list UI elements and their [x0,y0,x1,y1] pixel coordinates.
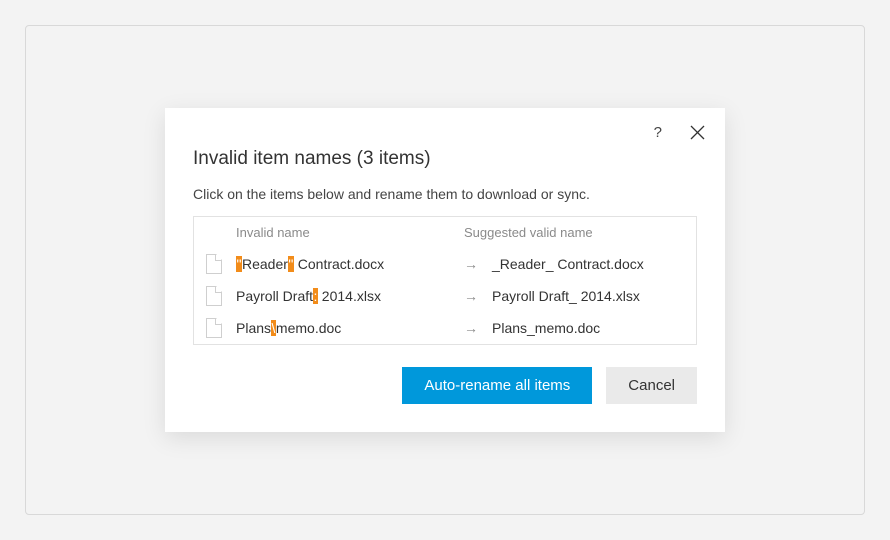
close-button[interactable] [690,125,705,140]
page-background: ? Invalid item names (3 items) Click on … [25,25,865,515]
arrow-icon: → [464,256,492,272]
table-header: Invalid name Suggested valid name [194,217,696,248]
auto-rename-button[interactable]: Auto-rename all items [402,367,592,404]
invalid-name-cell: "Reader" Contract.docx [236,256,464,272]
name-part: Plans [236,320,271,336]
name-part: memo.doc [276,320,341,336]
table-row[interactable]: "Reader" Contract.docx → _Reader_ Contra… [194,248,696,280]
suggested-name-cell: Payroll Draft_ 2014.xlsx [492,288,684,304]
file-icon [206,318,222,338]
invalid-name-cell: Payroll Draft: 2014.xlsx [236,288,464,304]
items-table: Invalid name Suggested valid name "Reade… [193,216,697,345]
table-row[interactable]: Plans\memo.doc → Plans_memo.doc [194,312,696,344]
dialog-window-controls: ? [654,124,705,141]
name-part: Reader [242,256,288,272]
name-part: Contract.docx [294,256,384,272]
name-part: Payroll Draft [236,288,313,304]
file-icon [206,286,222,306]
help-button[interactable]: ? [654,124,662,141]
invalid-names-dialog: ? Invalid item names (3 items) Click on … [165,108,725,432]
column-header-suggested: Suggested valid name [464,225,684,240]
file-icon [206,254,222,274]
name-part: 2014.xlsx [318,288,381,304]
cancel-button[interactable]: Cancel [606,367,697,404]
dialog-title: Invalid item names (3 items) [193,148,697,170]
arrow-icon: → [464,320,492,336]
column-header-invalid: Invalid name [236,225,464,240]
suggested-name-cell: Plans_memo.doc [492,320,684,336]
table-row[interactable]: Payroll Draft: 2014.xlsx → Payroll Draft… [194,280,696,312]
arrow-icon: → [464,288,492,304]
close-icon [690,125,705,140]
suggested-name-cell: _Reader_ Contract.docx [492,256,684,272]
button-row: Auto-rename all items Cancel [193,367,697,404]
invalid-name-cell: Plans\memo.doc [236,320,464,336]
dialog-subtitle: Click on the items below and rename them… [193,186,697,202]
